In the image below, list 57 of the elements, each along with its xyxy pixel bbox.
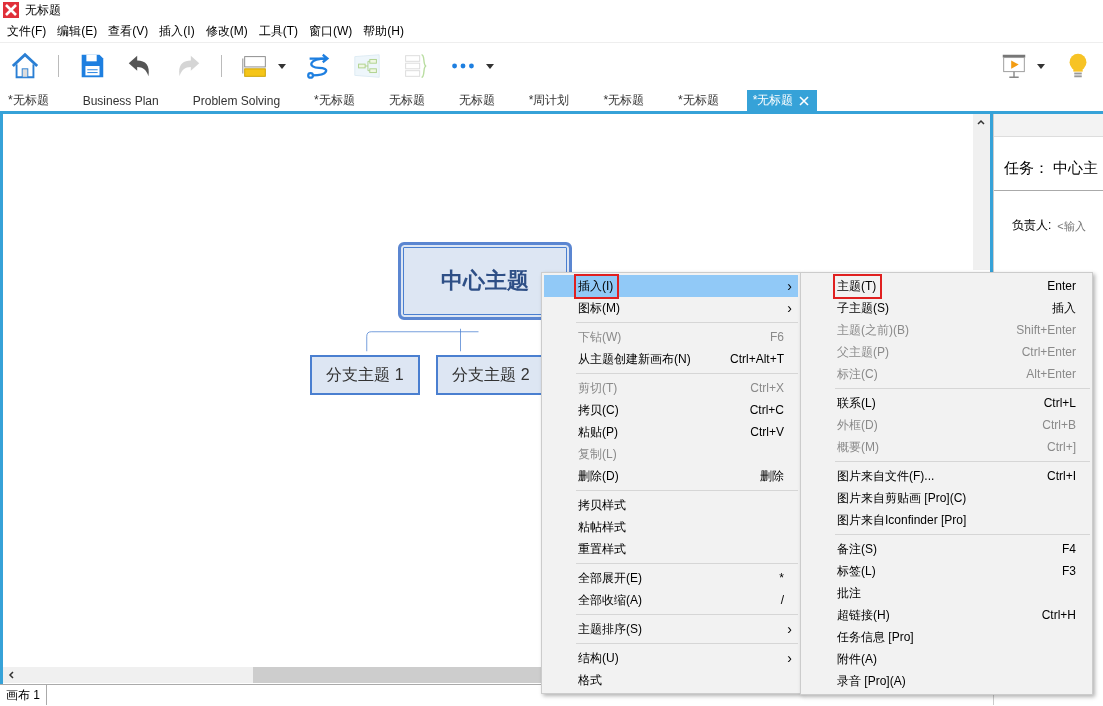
menu-item[interactable]: 查看(V) xyxy=(108,22,149,40)
menu-item[interactable]: 全部收缩(A) / xyxy=(544,589,798,611)
menu-item[interactable]: 批注 xyxy=(803,582,1090,604)
menu-item[interactable]: 拷贝样式 xyxy=(544,494,798,516)
central-topic[interactable]: 中心主题 xyxy=(400,244,570,318)
branch-topic[interactable]: 分支主题 1 xyxy=(310,355,420,395)
menu-item[interactable]: 文件(F) xyxy=(7,22,47,40)
field-label: 负责人: xyxy=(1012,217,1052,234)
menu-item[interactable]: 修改(M) xyxy=(205,22,248,40)
dropdown-caret-icon[interactable] xyxy=(278,63,286,69)
document-tab[interactable]: Problem Solving xyxy=(186,90,289,111)
menu-item[interactable]: 图片来自文件(F)... Ctrl+I xyxy=(803,465,1090,487)
task-topic: 中心主 xyxy=(1053,159,1098,178)
menu-item[interactable]: 图片来自剪贴画 [Pro](C) xyxy=(803,487,1090,509)
document-tab[interactable]: *无标题 xyxy=(597,90,653,111)
document-tab[interactable]: 无标题 xyxy=(382,90,433,111)
menu-item[interactable]: 标签(L) F3 xyxy=(803,560,1090,582)
menu-item[interactable]: 工具(T) xyxy=(258,22,298,40)
menu-item[interactable]: 从主题创建新画布(N) Ctrl+Alt+T xyxy=(544,348,798,370)
menu-item[interactable]: 插入(I) xyxy=(159,22,195,40)
menu-item[interactable]: 帮助(H) xyxy=(363,22,404,40)
menu-item[interactable]: 拷贝(C) Ctrl+C xyxy=(544,399,798,421)
panel-title: 任务： xyxy=(1004,159,1049,178)
menu-item[interactable]: 超链接(H) Ctrl+H xyxy=(803,604,1090,626)
menu-item[interactable]: 插入(I) › xyxy=(544,275,798,297)
document-tab[interactable]: 无标题 xyxy=(452,90,503,111)
menu-item[interactable]: 结构(U) › xyxy=(544,647,798,669)
menu-item[interactable]: 录音 [Pro](A) xyxy=(803,670,1090,692)
home-icon[interactable] xyxy=(10,51,40,81)
document-tab[interactable]: *周计划 xyxy=(522,90,578,111)
menu-item[interactable]: 主题排序(S) › xyxy=(544,618,798,640)
document-tab[interactable]: Business Plan xyxy=(76,90,167,111)
scroll-up-icon[interactable] xyxy=(976,117,986,127)
menu-item[interactable]: 删除(D) 删除 xyxy=(544,465,798,487)
menu-item[interactable]: 附件(A) xyxy=(803,648,1090,670)
dropdown-caret-icon[interactable] xyxy=(1037,63,1045,69)
menu-item[interactable]: 备注(S) F4 xyxy=(803,538,1090,560)
menu-item[interactable]: 粘帖样式 xyxy=(544,516,798,538)
menu-item[interactable]: 子主题(S) 插入 xyxy=(803,297,1090,319)
menu-item[interactable]: 任务信息 [Pro] xyxy=(803,626,1090,648)
document-tab[interactable]: *无标题 xyxy=(2,90,57,111)
vertical-scrollbar[interactable] xyxy=(973,114,990,270)
menu-item[interactable]: 联系(L) Ctrl+L xyxy=(803,392,1090,414)
document-tab[interactable]: *无标题 xyxy=(308,90,363,111)
menu-item[interactable]: 主题(T) Enter xyxy=(803,275,1090,297)
menu-item[interactable]: 图片来自Iconfinder [Pro] xyxy=(803,509,1090,531)
menu-item[interactable]: 重置样式 xyxy=(544,538,798,560)
menu-item[interactable]: 窗口(W) xyxy=(309,22,353,40)
scroll-left-icon[interactable] xyxy=(6,670,16,680)
menu-item[interactable]: 编辑(E) xyxy=(57,22,98,40)
close-icon[interactable] xyxy=(799,95,810,106)
window-title: 无标题 xyxy=(25,1,61,19)
menu-item[interactable]: 全部展开(E) * xyxy=(544,567,798,589)
dropdown-caret-icon[interactable] xyxy=(486,63,494,69)
menu-item[interactable]: 粘贴(P) Ctrl+V xyxy=(544,421,798,443)
document-tab[interactable]: *无标题 xyxy=(672,90,727,111)
menu-item[interactable]: 格式 xyxy=(544,669,798,691)
